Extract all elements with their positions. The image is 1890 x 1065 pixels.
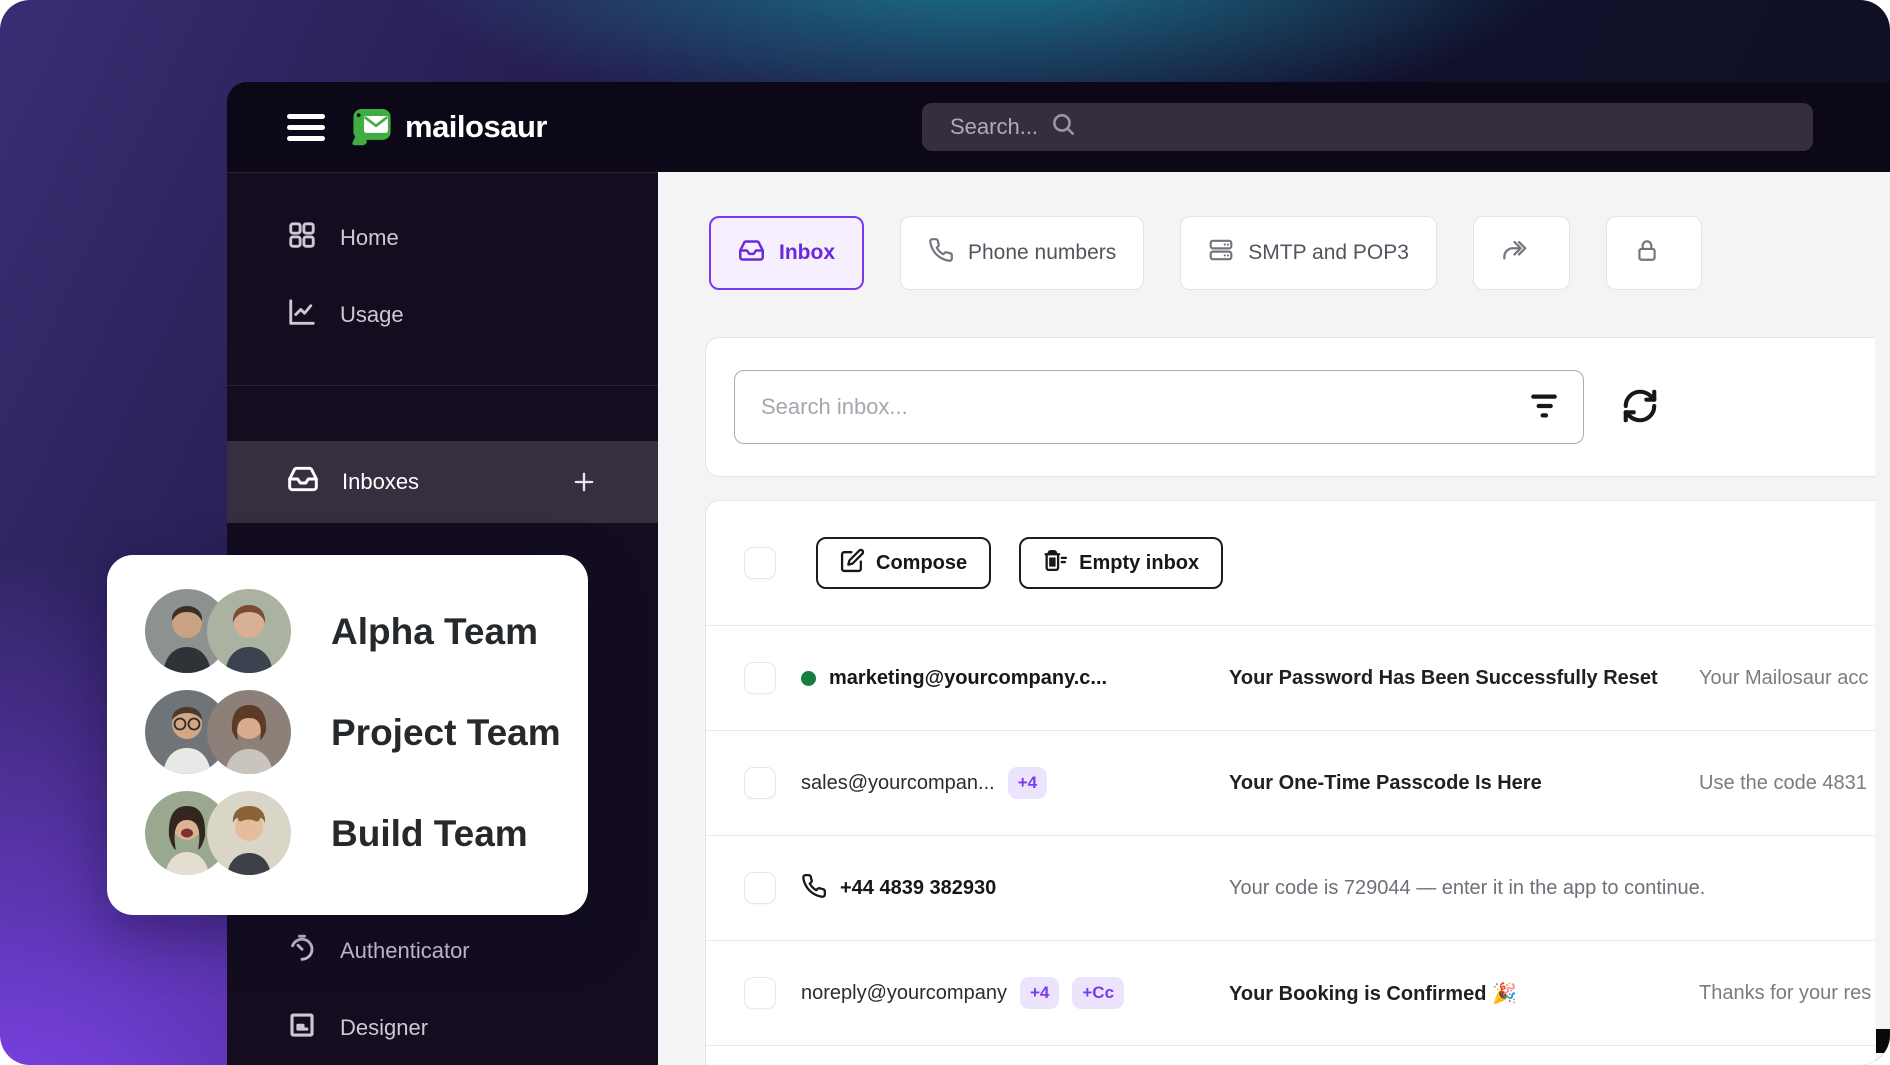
lock-icon <box>1634 237 1660 269</box>
tab-bar: Inbox Phone numbers <box>709 216 1890 290</box>
team-name: Project Team <box>331 712 561 754</box>
sidebar-item-authenticator[interactable]: Authenticator <box>227 921 658 981</box>
row-divider <box>706 1045 1875 1046</box>
frame-icon <box>287 1010 317 1046</box>
tab-smtp-pop3[interactable]: SMTP and POP3 <box>1180 216 1437 290</box>
brand-name: mailosaur <box>405 109 547 145</box>
inbox-search-panel <box>705 337 1875 477</box>
tab-label: SMTP and POP3 <box>1248 241 1409 265</box>
menu-icon[interactable] <box>287 109 325 145</box>
sms-number: +44 4839 382930 <box>840 877 996 900</box>
tab-phone-numbers[interactable]: Phone numbers <box>900 216 1144 290</box>
email-sender: noreply@yourcompany <box>801 982 1007 1005</box>
sms-message: Your code is 729044 — enter it in the ap… <box>1229 877 1705 900</box>
sidebar-item-usage[interactable]: Usage <box>227 285 658 345</box>
tab-label: Phone numbers <box>968 241 1116 265</box>
email-row[interactable]: sales@yourcompan... +4 Your One-Time Pas… <box>706 731 1875 835</box>
refresh-button[interactable] <box>1616 383 1664 431</box>
email-list: Compose Empty inbox <box>705 500 1875 1065</box>
email-row[interactable]: noreply@yourcompany +4 +Cc Your Booking … <box>706 941 1875 1045</box>
team-avatars <box>145 791 297 877</box>
team-row-alpha[interactable]: Alpha Team <box>145 589 588 675</box>
filter-button[interactable] <box>1524 387 1564 427</box>
phone-icon <box>801 873 827 904</box>
tab-locked-partial[interactable] <box>1606 216 1702 290</box>
row-checkbox[interactable] <box>744 872 776 904</box>
sidebar-item-designer[interactable]: Designer <box>227 998 658 1058</box>
list-toolbar: Compose Empty inbox <box>706 501 1875 625</box>
filter-icon <box>1528 390 1560 425</box>
server-icon <box>1208 237 1234 269</box>
sidebar-item-label: Home <box>340 225 399 251</box>
sidebar-item-inboxes[interactable]: Inboxes <box>227 441 658 523</box>
select-all-checkbox[interactable] <box>744 547 776 579</box>
email-preview: Use the code 4831 <box>1699 772 1867 795</box>
email-preview: Your Mailosaur acc <box>1699 667 1868 690</box>
global-search-placeholder: Search... <box>950 114 1038 140</box>
sms-row[interactable]: +44 4839 382930 Your code is 729044 — en… <box>706 836 1875 940</box>
tab-label: Inbox <box>779 241 835 265</box>
compose-label: Compose <box>876 552 967 575</box>
team-selector-card: Alpha Team <box>107 555 588 915</box>
email-subject: Your Booking is Confirmed 🎉 <box>1229 981 1699 1006</box>
tab-forwarding-rules[interactable] <box>1473 216 1570 290</box>
compose-button[interactable]: Compose <box>816 537 991 589</box>
page-background: mailosaur Search... <box>0 0 1890 1065</box>
search-icon <box>1050 111 1076 143</box>
main-content: Inbox Phone numbers <box>658 172 1890 1065</box>
phone-icon <box>928 237 954 269</box>
email-subject: Your One-Time Passcode Is Here <box>1229 772 1699 795</box>
grid-icon <box>287 220 317 256</box>
top-bar: mailosaur Search... <box>227 82 1890 172</box>
compose-icon <box>840 548 865 579</box>
tab-inbox[interactable]: Inbox <box>709 216 864 290</box>
empty-inbox-button[interactable]: Empty inbox <box>1019 537 1223 589</box>
recipient-count-badge: +4 <box>1020 977 1059 1009</box>
sidebar-item-label: Authenticator <box>340 938 470 964</box>
sidebar-item-label: Inboxes <box>342 469 419 495</box>
chart-line-icon <box>287 297 317 333</box>
email-row[interactable]: marketing@yourcompany.c... Your Password… <box>706 626 1875 730</box>
brand[interactable]: mailosaur <box>349 101 547 152</box>
timer-icon <box>287 933 317 969</box>
row-checkbox[interactable] <box>744 767 776 799</box>
sidebar-item-label: Usage <box>340 302 404 328</box>
trash-icon <box>1043 548 1068 579</box>
email-sender: sales@yourcompan... <box>801 772 995 795</box>
row-checkbox[interactable] <box>744 977 776 1009</box>
avatar <box>207 690 291 774</box>
sidebar-item-home[interactable]: Home <box>227 208 658 268</box>
email-sender: marketing@yourcompany.c... <box>829 667 1107 690</box>
inbox-icon <box>738 237 765 270</box>
mailosaur-logo-icon <box>349 101 395 152</box>
inbox-search-input[interactable] <box>734 370 1584 444</box>
refresh-icon <box>1621 387 1659 428</box>
add-inbox-button[interactable] <box>570 468 598 496</box>
avatar <box>207 589 291 673</box>
unread-dot <box>801 671 816 686</box>
team-row-project[interactable]: Project Team <box>145 690 588 776</box>
inbox-icon <box>287 463 319 501</box>
email-subject: Your Password Has Been Successfully Rese… <box>1229 667 1699 690</box>
recipient-count-badge: +4 <box>1008 767 1047 799</box>
sidebar-item-label: Designer <box>340 1015 428 1041</box>
email-preview: Thanks for your res <box>1699 982 1871 1005</box>
team-avatars <box>145 690 297 776</box>
row-checkbox[interactable] <box>744 662 776 694</box>
empty-inbox-label: Empty inbox <box>1079 552 1199 575</box>
mouse-cursor <box>1876 1029 1890 1053</box>
team-name: Build Team <box>331 813 528 855</box>
global-search-input[interactable]: Search... <box>922 103 1813 151</box>
team-name: Alpha Team <box>331 611 538 653</box>
cc-badge: +Cc <box>1072 977 1124 1009</box>
forward-arrows-icon <box>1501 237 1528 270</box>
avatar <box>207 791 291 875</box>
sidebar-divider <box>227 385 658 386</box>
team-row-build[interactable]: Build Team <box>145 791 588 877</box>
team-avatars <box>145 589 297 675</box>
